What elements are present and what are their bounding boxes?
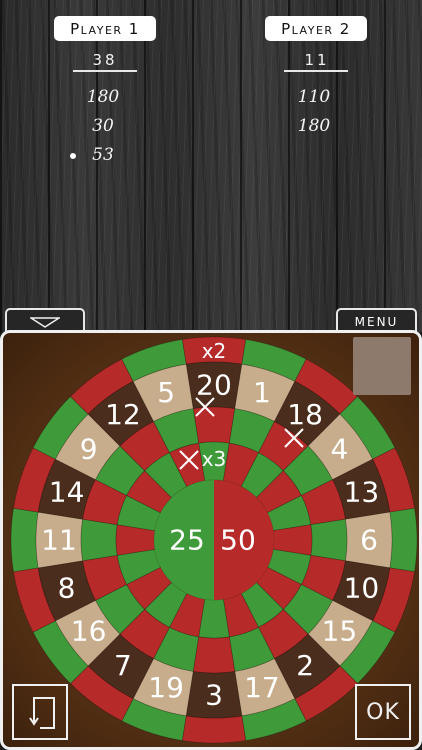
number-label-6: 6 bbox=[360, 524, 378, 557]
number-label-14: 14 bbox=[49, 476, 85, 509]
double-segment-6[interactable] bbox=[389, 507, 418, 573]
player2-history-item: 110 bbox=[297, 87, 331, 107]
player1-history-item: 30 bbox=[92, 116, 114, 136]
player1-history-item: 53 bbox=[92, 145, 114, 165]
number-label-16: 16 bbox=[71, 615, 107, 648]
outer-bull-label: 25 bbox=[169, 524, 205, 557]
player2-score: 11 bbox=[304, 51, 330, 69]
number-label-19: 19 bbox=[148, 671, 184, 704]
number-label-2: 2 bbox=[296, 649, 314, 682]
number-label-4: 4 bbox=[330, 432, 348, 465]
bull-label: 50 bbox=[220, 524, 256, 557]
triple-segment-6[interactable] bbox=[310, 518, 348, 562]
player2-score-underline bbox=[284, 70, 348, 72]
triple-segment-11[interactable] bbox=[80, 518, 118, 562]
number-label-9: 9 bbox=[80, 432, 98, 465]
number-label-3: 3 bbox=[205, 679, 223, 712]
dart-preview-slot bbox=[353, 337, 411, 395]
player2-badge: Player 2 bbox=[265, 16, 367, 41]
chevron-down-icon bbox=[30, 317, 60, 328]
number-label-7: 7 bbox=[114, 649, 132, 682]
number-label-13: 13 bbox=[344, 476, 380, 509]
number-label-12: 12 bbox=[105, 398, 141, 431]
double-segment-3[interactable] bbox=[181, 715, 247, 744]
number-label-11: 11 bbox=[41, 524, 77, 557]
player1-history-item: 180 bbox=[86, 87, 120, 107]
player1-score-underline bbox=[73, 70, 137, 72]
number-label-8: 8 bbox=[58, 571, 76, 604]
ok-button[interactable]: OK bbox=[355, 684, 411, 740]
number-label-1: 1 bbox=[253, 376, 271, 409]
number-label-18: 18 bbox=[287, 398, 323, 431]
triple-ring-label: x3 bbox=[202, 447, 227, 471]
double-ring-label: x2 bbox=[202, 339, 227, 363]
number-label-20: 20 bbox=[196, 369, 232, 402]
player1-score: 38 bbox=[92, 51, 118, 69]
double-segment-11[interactable] bbox=[10, 507, 39, 573]
number-label-17: 17 bbox=[244, 671, 280, 704]
wood-background bbox=[0, 0, 422, 332]
undo-button[interactable] bbox=[12, 684, 68, 740]
player2-history-item: 180 bbox=[297, 116, 331, 136]
number-label-15: 15 bbox=[322, 615, 358, 648]
number-label-10: 10 bbox=[344, 571, 380, 604]
triple-segment-3[interactable] bbox=[192, 636, 236, 674]
undo-arrow-icon bbox=[29, 697, 55, 729]
number-label-5: 5 bbox=[157, 376, 175, 409]
current-turn-indicator bbox=[70, 153, 76, 159]
player1-badge: Player 1 bbox=[54, 16, 156, 41]
